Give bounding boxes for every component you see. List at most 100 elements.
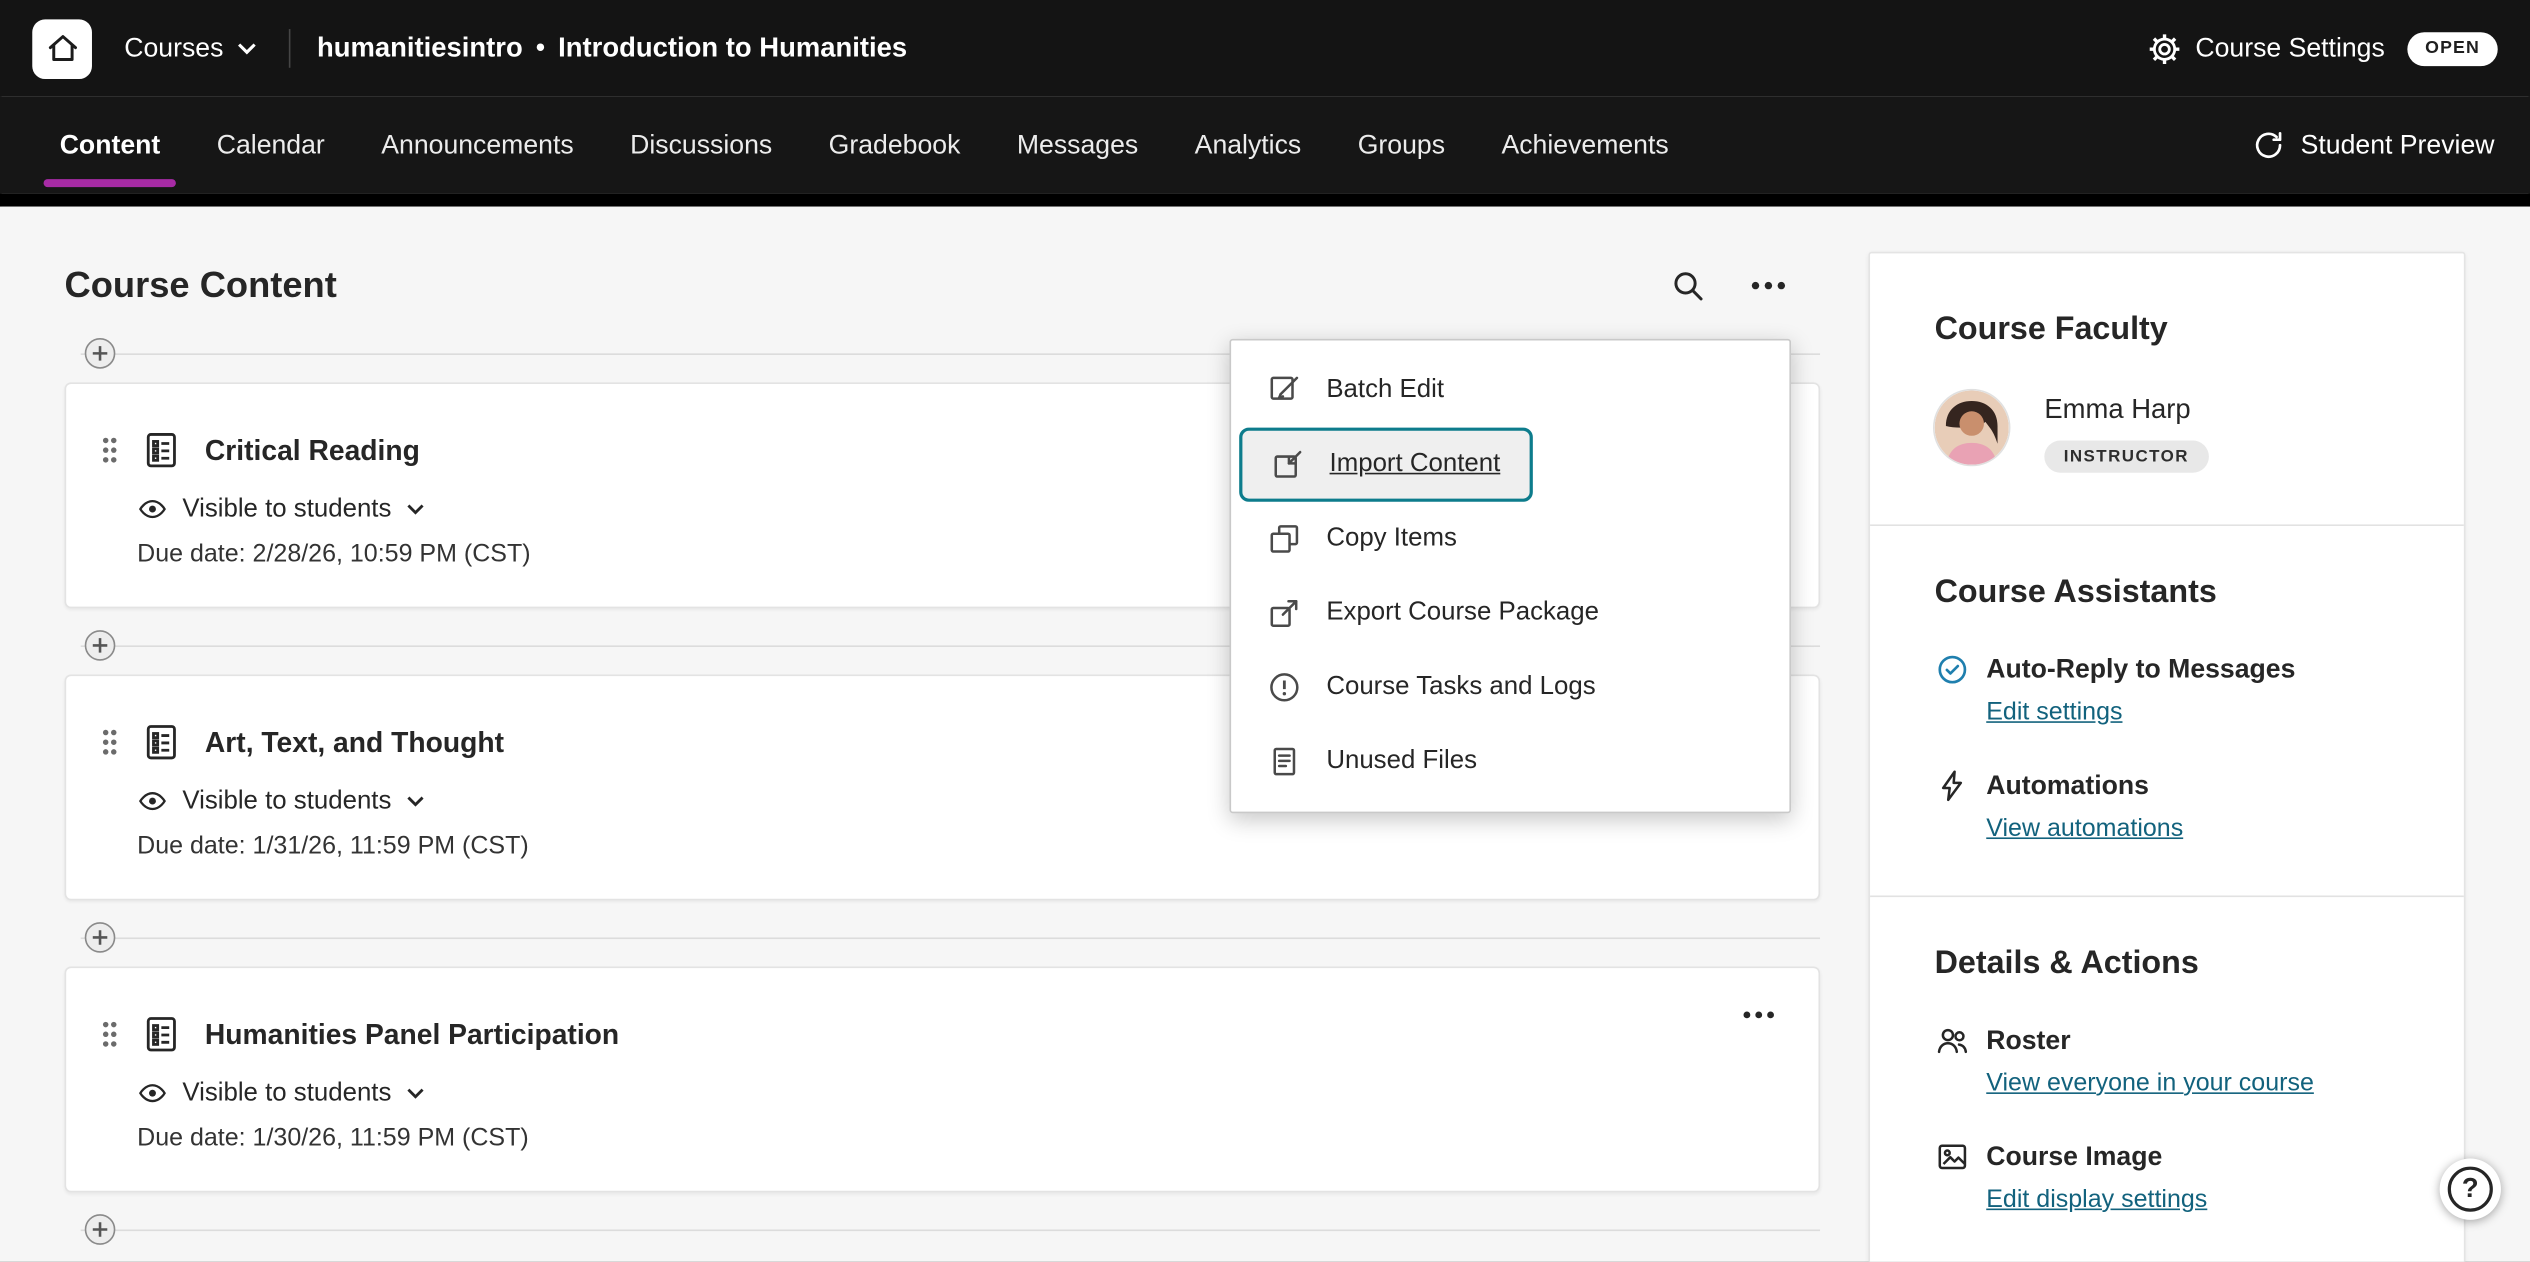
- eye-icon: [137, 1078, 168, 1109]
- view-automations-link[interactable]: View automations: [1986, 815, 2183, 844]
- plus-circle-icon: [84, 921, 116, 953]
- chevron-down-icon: [406, 503, 424, 514]
- content-item-title[interactable]: Humanities Panel Participation: [205, 1017, 619, 1051]
- add-content-button[interactable]: [84, 337, 116, 369]
- menu-item-import-content[interactable]: Import Content: [1239, 428, 1532, 502]
- content-area: Course Content: [0, 207, 2530, 1262]
- app-window: Courses humanitiesintro • Introduction t…: [0, 0, 2530, 1262]
- add-content-button[interactable]: [84, 921, 116, 953]
- course-image-icon: [1935, 1139, 1970, 1174]
- tab-messages[interactable]: Messages: [1015, 97, 1140, 194]
- visibility-label: Visible to students: [182, 787, 391, 816]
- view-roster-link[interactable]: View everyone in your course: [1986, 1070, 2314, 1099]
- nav-bottom-strip: [0, 194, 2530, 207]
- help-button[interactable]: ?: [2440, 1159, 2501, 1220]
- drag-handle-icon[interactable]: [98, 1018, 121, 1050]
- faculty-name: Emma Harp: [2044, 394, 2208, 426]
- tab-calendar[interactable]: Calendar: [215, 97, 326, 194]
- details-row: Course Image Edit display settings: [1935, 1139, 2400, 1215]
- content-item-title[interactable]: Art, Text, and Thought: [205, 725, 504, 759]
- drag-handle-icon[interactable]: [98, 726, 121, 758]
- copy-items-icon: [1267, 521, 1302, 556]
- content-item-card: Humanities Panel Participation Visible t…: [65, 966, 1821, 1192]
- add-content-divider: [65, 1213, 1821, 1245]
- course-details-panel: Course Faculty Emma Harp INSTRUCTOR Cour…: [1868, 252, 2465, 1262]
- add-content-button[interactable]: [84, 629, 116, 661]
- tab-discussions[interactable]: Discussions: [629, 97, 774, 194]
- menu-item-copy-items[interactable]: Copy Items: [1231, 502, 1789, 576]
- details-heading: Details & Actions: [1935, 946, 2400, 983]
- item-more-options-button[interactable]: [1741, 997, 1776, 1032]
- tab-analytics[interactable]: Analytics: [1193, 97, 1303, 194]
- question-mark-icon: ?: [2448, 1167, 2493, 1212]
- menu-item-course-tasks-and-logs[interactable]: Course Tasks and Logs: [1231, 650, 1789, 724]
- content-item-title[interactable]: Critical Reading: [205, 433, 420, 467]
- add-content-divider: [65, 921, 1821, 953]
- menu-item-unused-files[interactable]: Unused Files: [1231, 724, 1789, 798]
- assistant-row: Automations View automations: [1935, 768, 2400, 844]
- assistant-row: Auto-Reply to Messages Edit settings: [1935, 652, 2400, 728]
- batch-edit-icon: [1267, 373, 1302, 408]
- content-more-options-button[interactable]: [1749, 266, 1788, 305]
- visibility-dropdown[interactable]: Visible to students: [137, 1078, 424, 1109]
- assignment-document-icon: [140, 1013, 182, 1055]
- menu-item-label: Batch Edit: [1326, 376, 1444, 405]
- home-icon: [44, 31, 79, 66]
- menu-item-label: Copy Items: [1326, 524, 1457, 553]
- course-settings-button[interactable]: Course Settings: [2147, 31, 2385, 65]
- tab-gradebook[interactable]: Gradebook: [827, 97, 962, 194]
- menu-item-label: Export Course Package: [1326, 599, 1599, 628]
- page-title: Course Content: [65, 265, 337, 307]
- unused-files-icon: [1267, 744, 1302, 779]
- edit-settings-link[interactable]: Edit settings: [1986, 699, 2122, 728]
- visibility-label: Visible to students: [182, 1079, 391, 1108]
- open-status-badge[interactable]: OPEN: [2407, 31, 2497, 65]
- assistant-label: Auto-Reply to Messages: [1986, 654, 2295, 685]
- eye-icon: [137, 494, 168, 525]
- drag-handle-icon[interactable]: [98, 434, 121, 466]
- import-content-icon: [1270, 447, 1305, 482]
- plus-circle-icon: [84, 629, 116, 661]
- menu-item-batch-edit[interactable]: Batch Edit: [1231, 353, 1789, 427]
- avatar: [1935, 390, 2009, 464]
- roster-people-icon: [1935, 1023, 1970, 1058]
- chevron-down-icon: [238, 42, 257, 55]
- menu-item-label: Unused Files: [1326, 747, 1477, 776]
- visibility-label: Visible to students: [182, 495, 391, 524]
- search-button[interactable]: [1670, 268, 1705, 303]
- due-date: Due date: 1/30/26, 11:59 PM (CST): [137, 1125, 1780, 1154]
- student-preview-label: Student Preview: [2301, 130, 2495, 161]
- export-package-icon: [1267, 595, 1302, 630]
- home-button[interactable]: [32, 19, 92, 79]
- separator-dot: •: [536, 32, 546, 64]
- details-row: Roster View everyone in your course: [1935, 1023, 2400, 1099]
- divider-line: [81, 1230, 1820, 1232]
- faculty-member: Emma Harp INSTRUCTOR: [1935, 390, 2400, 472]
- divider-line: [81, 937, 1820, 939]
- plus-circle-icon: [84, 337, 116, 369]
- course-settings-label: Course Settings: [2195, 33, 2384, 64]
- topbar: Courses humanitiesintro • Introduction t…: [0, 0, 2530, 97]
- assistant-label: Automations: [1986, 770, 2149, 801]
- tab-achievements[interactable]: Achievements: [1500, 97, 1670, 194]
- role-badge: INSTRUCTOR: [2044, 440, 2208, 472]
- ellipsis-icon: [1741, 997, 1776, 1032]
- plus-circle-icon: [84, 1213, 116, 1245]
- add-content-button[interactable]: [84, 1213, 116, 1245]
- tab-groups[interactable]: Groups: [1356, 97, 1447, 194]
- course-id: humanitiesintro: [317, 32, 523, 64]
- visibility-dropdown[interactable]: Visible to students: [137, 494, 424, 525]
- visibility-dropdown[interactable]: Visible to students: [137, 786, 424, 817]
- tab-announcements[interactable]: Announcements: [380, 97, 576, 194]
- courses-menu-button[interactable]: Courses: [118, 33, 264, 64]
- tab-content[interactable]: Content: [58, 97, 162, 194]
- chevron-down-icon: [406, 1088, 424, 1099]
- menu-item-export-course-package[interactable]: Export Course Package: [1231, 576, 1789, 650]
- edit-display-settings-link[interactable]: Edit display settings: [1986, 1186, 2207, 1215]
- assignment-document-icon: [140, 429, 182, 471]
- assignment-document-icon: [140, 721, 182, 763]
- student-preview-button[interactable]: Student Preview: [2252, 129, 2494, 161]
- course-name: Introduction to Humanities: [558, 32, 907, 64]
- faculty-heading: Course Faculty: [1935, 311, 2400, 348]
- details-label: Course Image: [1986, 1142, 2162, 1173]
